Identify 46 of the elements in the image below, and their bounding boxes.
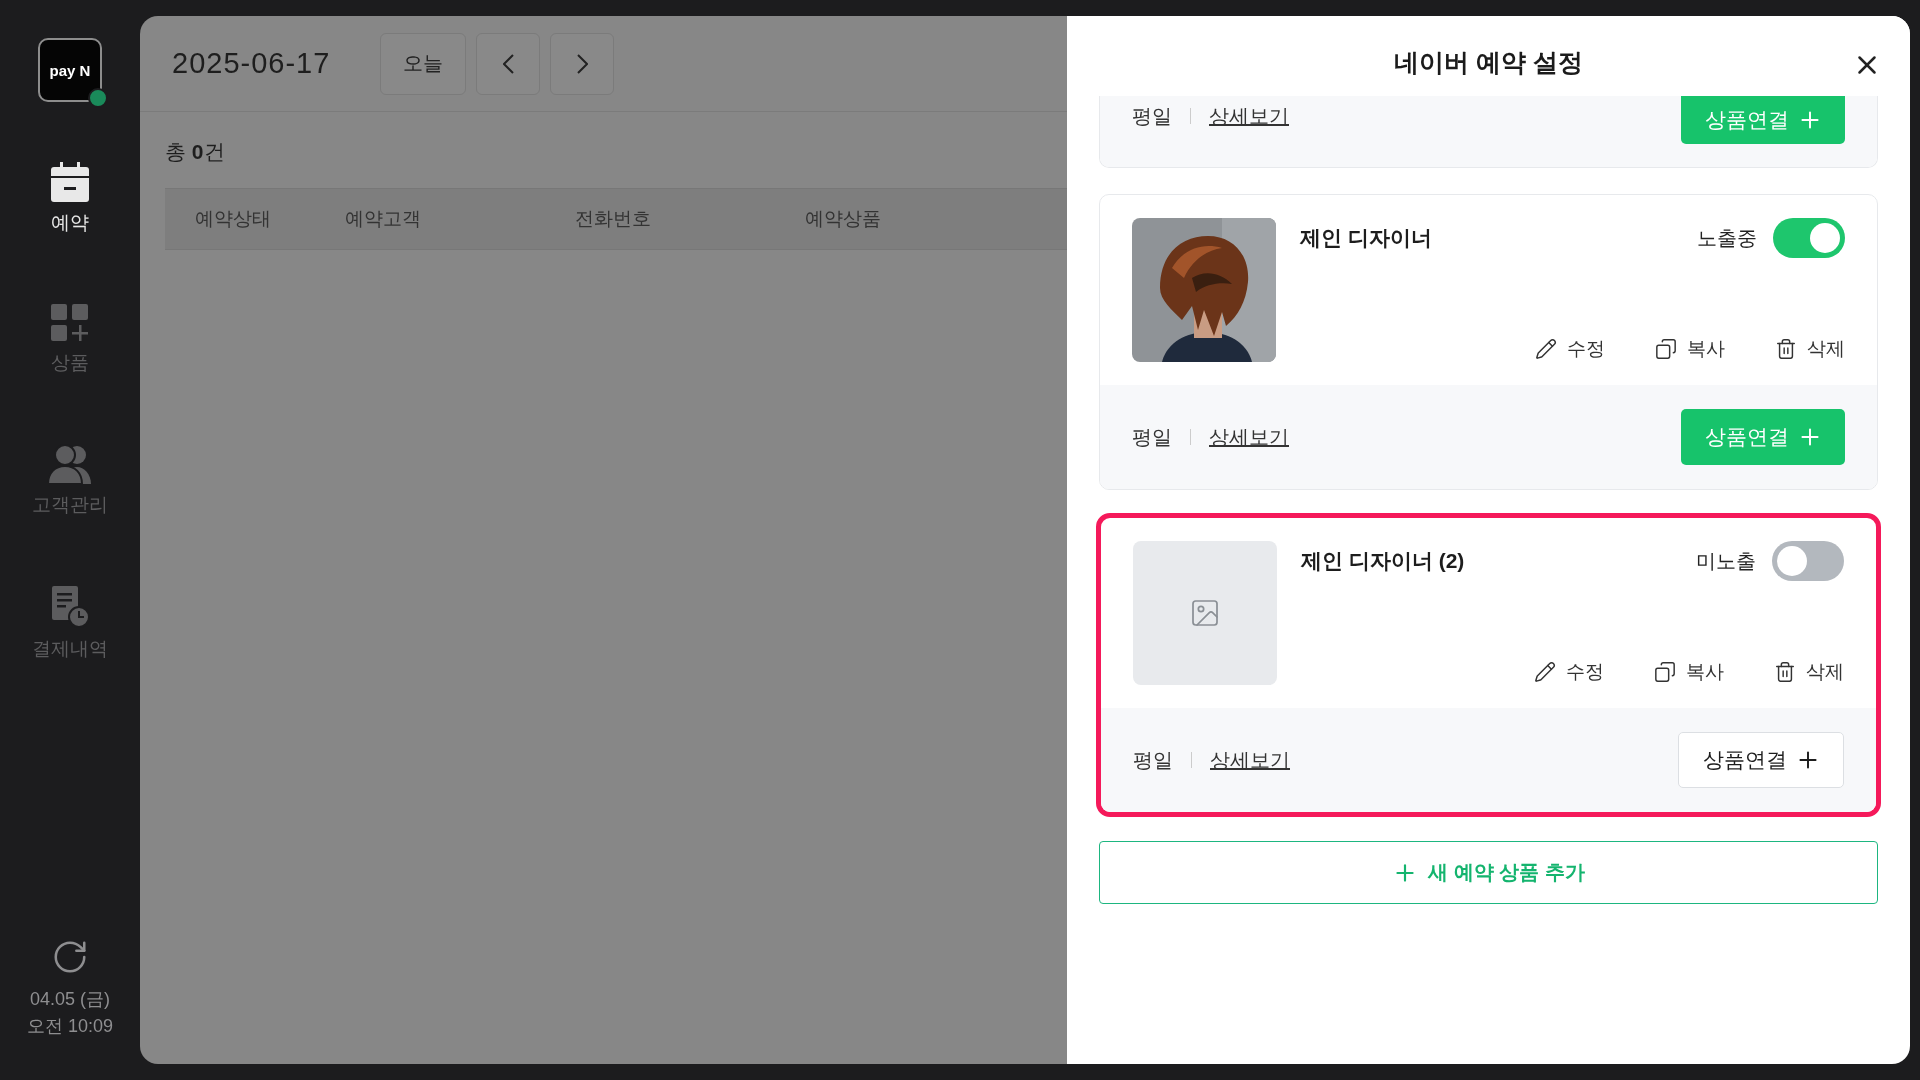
designer-name: 제인 디자이너 (2) xyxy=(1301,548,1465,574)
next-button[interactable] xyxy=(550,32,615,95)
total-count: 총 0건 xyxy=(165,140,225,163)
detail-link[interactable]: 상세보기 xyxy=(1210,746,1290,774)
pencil-icon xyxy=(1535,338,1557,360)
image-icon xyxy=(1189,597,1221,629)
column-header: 예약고객 xyxy=(344,207,422,231)
clock-date: 04.05 (금) xyxy=(29,988,110,1011)
users-icon xyxy=(47,444,93,484)
delete-button[interactable]: 삭제 xyxy=(1775,336,1845,362)
day-label: 평일 xyxy=(1133,747,1173,773)
trash-icon xyxy=(1774,661,1796,683)
trash-icon xyxy=(1775,338,1797,360)
pencil-icon xyxy=(1534,661,1556,683)
copy-icon xyxy=(1654,661,1676,683)
app-logo: pay N xyxy=(38,38,102,102)
delete-button[interactable]: 삭제 xyxy=(1774,659,1844,685)
chevron-left-icon xyxy=(502,53,514,74)
clock-time: 오전 10:09 xyxy=(26,1015,113,1038)
copy-button[interactable]: 복사 xyxy=(1654,659,1724,685)
edit-button[interactable]: 수정 xyxy=(1534,659,1604,685)
today-button[interactable]: 오늘 xyxy=(380,32,467,95)
receipt-clock-icon xyxy=(50,586,90,628)
visibility-label: 노출중 xyxy=(1697,225,1757,251)
visibility-label: 미노출 xyxy=(1696,548,1756,574)
current-date: 2025-06-17 xyxy=(172,47,331,80)
calendar-icon xyxy=(51,162,89,202)
detail-link[interactable]: 상세보기 xyxy=(1209,102,1289,130)
copy-button[interactable]: 복사 xyxy=(1655,336,1725,362)
day-label: 평일 xyxy=(1132,424,1172,450)
column-header: 예약상태 xyxy=(194,207,272,231)
column-header: 예약상품 xyxy=(804,207,882,231)
column-header: 전화번호 xyxy=(574,207,652,231)
previous-button[interactable] xyxy=(476,32,541,95)
visibility-toggle[interactable] xyxy=(1772,541,1844,581)
edit-button[interactable]: 수정 xyxy=(1535,336,1605,362)
designer-name: 제인 디자이너 xyxy=(1300,225,1432,251)
connect-product-button[interactable]: 상품연결 xyxy=(1678,732,1844,788)
sidebar-item[interactable]: 예약 xyxy=(51,162,89,236)
copy-icon xyxy=(1655,338,1677,360)
detail-link[interactable]: 상세보기 xyxy=(1209,423,1289,451)
chevron-right-icon xyxy=(576,53,588,74)
visibility-toggle[interactable] xyxy=(1773,218,1845,258)
grid-plus-icon xyxy=(51,304,89,342)
panel-title: 네이버 예약 설정 xyxy=(1394,47,1583,78)
day-label: 평일 xyxy=(1132,103,1172,129)
